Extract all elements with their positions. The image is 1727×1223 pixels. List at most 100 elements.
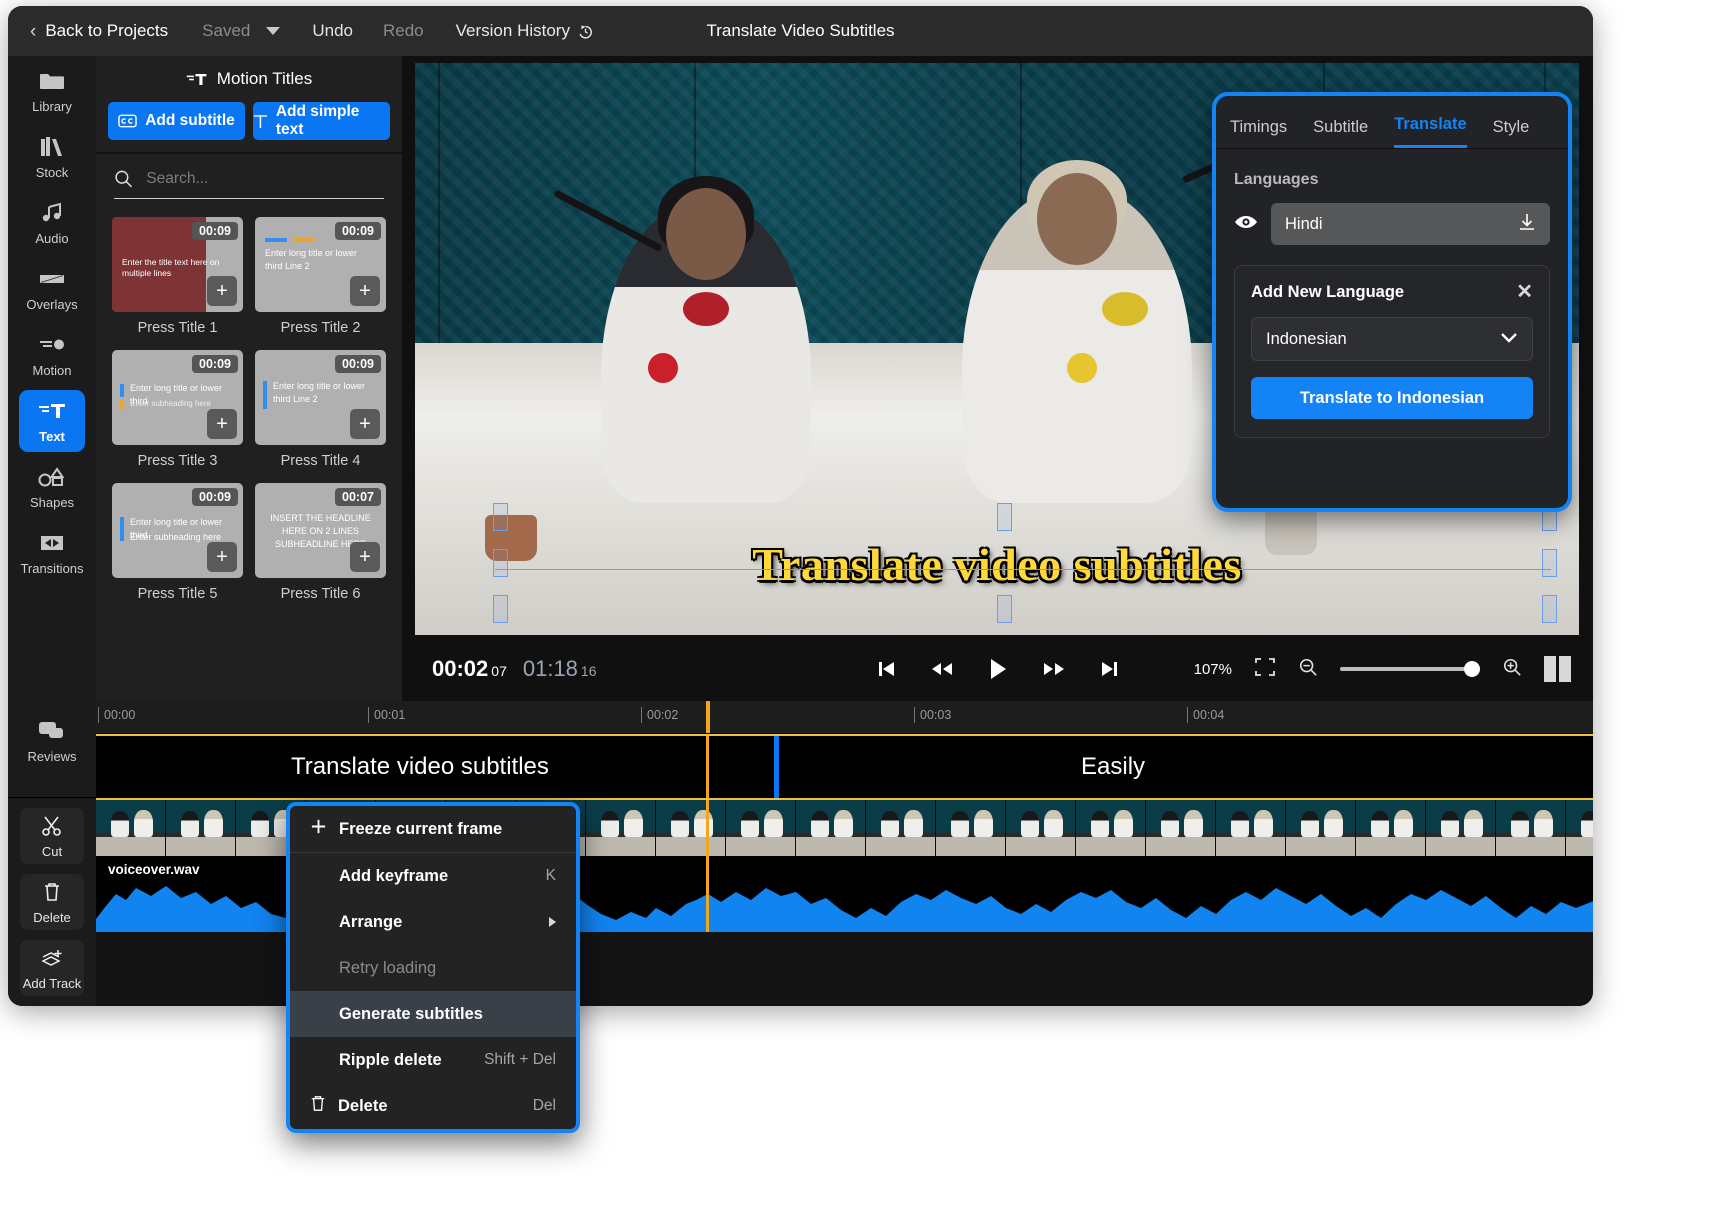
- menu-item-generate-subtitles[interactable]: Generate subtitles: [290, 991, 576, 1037]
- fit-screen-icon[interactable]: [1254, 657, 1276, 682]
- rail-label: Overlays: [26, 297, 77, 312]
- skip-to-end-icon[interactable]: [1100, 659, 1120, 679]
- version-history-button[interactable]: Version History: [456, 21, 594, 41]
- translate-button[interactable]: Translate to Indonesian: [1251, 377, 1533, 419]
- top-toolbar: ‹ Back to Projects Saved Undo Redo Versi…: [8, 6, 1593, 56]
- rail-item-library[interactable]: Library: [19, 60, 85, 122]
- add-track-button[interactable]: Add Track: [20, 940, 84, 996]
- rail-item-stock[interactable]: Stock: [19, 126, 85, 188]
- rewind-icon[interactable]: [930, 659, 954, 679]
- duration-badge: 00:09: [192, 488, 238, 506]
- menu-item-ripple-delete[interactable]: Ripple delete Shift + Del: [290, 1037, 576, 1083]
- selection-handle[interactable]: [493, 503, 508, 531]
- rail-item-transitions[interactable]: Transitions: [19, 522, 85, 584]
- zoom-in-icon[interactable]: [1502, 657, 1522, 682]
- search-icon: [114, 168, 132, 189]
- rail-item-audio[interactable]: Audio: [19, 192, 85, 254]
- total-time-value: 01:18: [523, 656, 578, 681]
- rail-label: Audio: [35, 231, 68, 246]
- selection-handle[interactable]: [997, 503, 1012, 531]
- menu-item-label: Retry loading: [339, 959, 436, 978]
- tab-timings[interactable]: Timings: [1230, 118, 1287, 148]
- selection-handle[interactable]: [493, 549, 508, 577]
- rail-item-overlays[interactable]: Overlays: [19, 258, 85, 320]
- slider-knob[interactable]: [1464, 661, 1480, 677]
- selected-language-label: Indonesian: [1266, 330, 1347, 349]
- title-card[interactable]: Enter long title or lower third Enter su…: [112, 350, 243, 469]
- subtitle-overlay-text[interactable]: Translate video subtitles: [415, 538, 1579, 591]
- add-simple-text-button[interactable]: Add simple text: [253, 102, 390, 140]
- fast-forward-icon[interactable]: [1042, 659, 1066, 679]
- preview-zoom-slider[interactable]: [1340, 667, 1480, 671]
- playhead[interactable]: [706, 701, 710, 733]
- version-history-label: Version History: [456, 21, 570, 41]
- add-title-button[interactable]: +: [207, 542, 237, 572]
- existing-language-item[interactable]: Hindi: [1271, 203, 1550, 245]
- tab-style[interactable]: Style: [1493, 118, 1530, 148]
- add-new-language-header: Add New Language ✕: [1251, 282, 1533, 302]
- title-caption: Press Title 1: [112, 320, 243, 336]
- add-title-button[interactable]: +: [350, 409, 380, 439]
- eye-icon[interactable]: [1234, 214, 1258, 235]
- menu-item-add-keyframe[interactable]: Add keyframe K: [290, 853, 576, 899]
- language-select[interactable]: Indonesian: [1251, 317, 1533, 361]
- split-view-icon[interactable]: [1544, 656, 1571, 682]
- delete-tool-button[interactable]: Delete: [20, 874, 84, 930]
- rail-item-shapes[interactable]: Shapes: [19, 456, 85, 518]
- tab-translate[interactable]: Translate: [1394, 115, 1466, 148]
- back-to-projects-button[interactable]: ‹ Back to Projects: [30, 21, 168, 41]
- add-title-button[interactable]: +: [350, 542, 380, 572]
- subtitle-clip-label[interactable]: Easily: [1081, 753, 1145, 781]
- menu-item-freeze-current-frame[interactable]: Freeze current frame: [290, 806, 576, 852]
- chevron-down-icon[interactable]: [266, 27, 280, 35]
- tab-subtitle[interactable]: Subtitle: [1313, 118, 1368, 148]
- selection-handle[interactable]: [1542, 549, 1557, 577]
- title-card[interactable]: Enter long title or lower third Line 2 0…: [255, 217, 386, 336]
- tool-label: Cut: [42, 844, 62, 859]
- add-track-icon: [40, 945, 64, 971]
- panel-title: Motion Titles: [217, 69, 312, 89]
- undo-button[interactable]: Undo: [312, 21, 353, 41]
- selection-handle[interactable]: [493, 595, 508, 623]
- rail-tools: Cut Delete Add Track: [8, 791, 96, 1006]
- add-title-button[interactable]: +: [350, 276, 380, 306]
- closed-caption-icon: [118, 114, 137, 128]
- title-card[interactable]: Enter long title or lower third Enter su…: [112, 483, 243, 602]
- rail-item-motion[interactable]: Motion: [19, 324, 85, 386]
- selection-handle[interactable]: [1542, 595, 1557, 623]
- add-title-button[interactable]: +: [207, 276, 237, 306]
- total-frames: 16: [581, 663, 597, 679]
- cut-tool-button[interactable]: Cut: [20, 808, 84, 864]
- translate-panel-body: Languages Hindi Add New Language: [1216, 148, 1568, 438]
- add-subtitle-button[interactable]: Add subtitle: [108, 102, 245, 140]
- title-card[interactable]: INSERT THE HEADLINE HERE ON 2 LINES SUBH…: [255, 483, 386, 602]
- add-simple-text-label: Add simple text: [276, 103, 390, 139]
- add-subtitle-label: Add subtitle: [145, 112, 235, 130]
- close-icon[interactable]: ✕: [1516, 282, 1533, 302]
- panel-action-buttons: Add subtitle Add simple text: [96, 102, 402, 152]
- add-title-button[interactable]: +: [207, 409, 237, 439]
- rail-item-text[interactable]: Text: [19, 390, 85, 452]
- rail-label: Motion: [32, 363, 71, 378]
- download-icon[interactable]: [1518, 213, 1536, 236]
- title-card[interactable]: Enter the title text here on multiple li…: [112, 217, 243, 336]
- overlay-icon: [38, 266, 66, 292]
- timeline-ruler[interactable]: 00:00 00:01 00:02 00:03 00:04: [96, 701, 1593, 734]
- rail-item-reviews[interactable]: Reviews: [19, 710, 85, 772]
- selection-handle[interactable]: [997, 595, 1012, 623]
- zoom-out-icon[interactable]: [1298, 657, 1318, 682]
- redo-button[interactable]: Redo: [383, 21, 424, 41]
- skip-to-start-icon[interactable]: [876, 659, 896, 679]
- music-note-icon: [39, 200, 65, 226]
- subtitle-track[interactable]: Translate video subtitles Easily: [96, 734, 1593, 800]
- menu-item-label: Add keyframe: [339, 867, 448, 886]
- play-icon[interactable]: [988, 657, 1008, 681]
- subtitle-clip-label[interactable]: Translate video subtitles: [291, 753, 549, 781]
- menu-item-arrange[interactable]: Arrange: [290, 899, 576, 945]
- title-card[interactable]: Enter long title or lower third Line 2 0…: [255, 350, 386, 469]
- search-input[interactable]: [144, 169, 384, 189]
- plus-icon: [310, 818, 327, 840]
- tool-label: Delete: [33, 910, 71, 925]
- rail-label: Transitions: [20, 561, 83, 576]
- menu-item-delete[interactable]: Delete Del: [290, 1083, 576, 1129]
